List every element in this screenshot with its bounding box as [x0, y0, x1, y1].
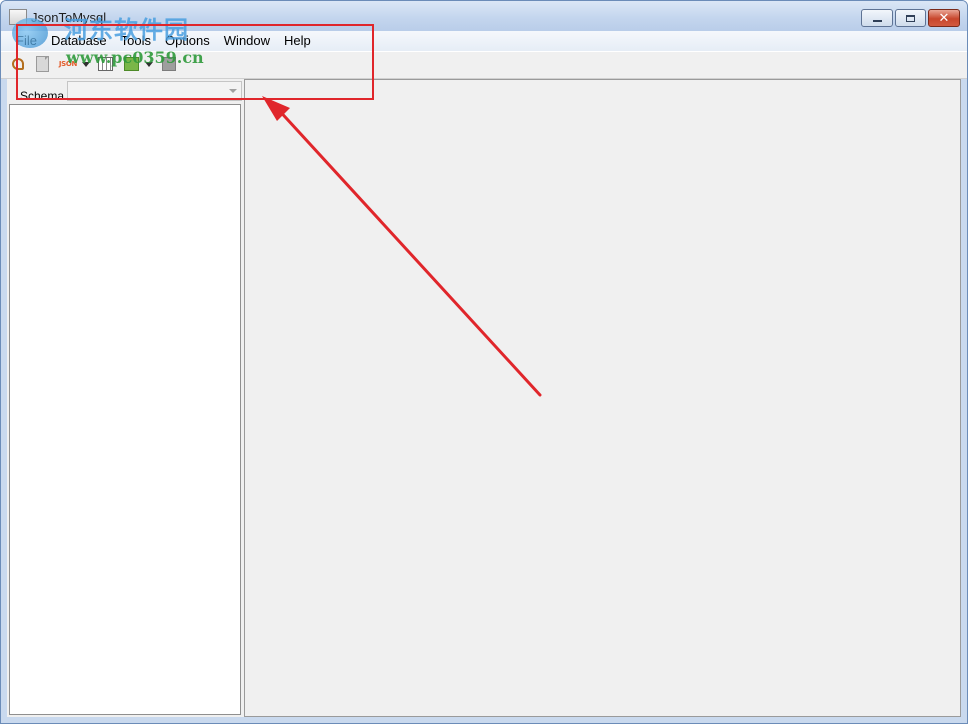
page-icon [35, 56, 49, 72]
toolbar-disabled-button[interactable] [161, 56, 177, 72]
app-window: JsonToMysql ✕ File Database Tools Option… [0, 0, 968, 724]
toolbar-new-button[interactable] [34, 56, 50, 72]
schema-panel: Schema [7, 79, 243, 717]
toolbar: JSON [1, 51, 967, 79]
menu-file[interactable]: File [9, 31, 44, 51]
close-icon: ✕ [938, 10, 950, 26]
menu-options[interactable]: Options [158, 31, 217, 51]
schema-tree[interactable] [9, 104, 241, 715]
title-bar[interactable]: JsonToMysql ✕ [1, 1, 967, 31]
dropdown-arrow-icon [145, 61, 153, 67]
toolbar-export-button[interactable] [123, 56, 139, 72]
grey-icon [162, 57, 176, 71]
menu-help[interactable]: Help [277, 31, 318, 51]
grid-icon [97, 57, 113, 71]
json-icon: JSON [58, 60, 78, 68]
minimize-icon [872, 20, 882, 22]
toolbar-json-dropdown[interactable] [81, 56, 91, 72]
maximize-button[interactable] [895, 9, 926, 27]
window-title: JsonToMysql [31, 10, 107, 25]
menu-bar: File Database Tools Options Window Help [1, 31, 967, 51]
schema-dropdown[interactable] [67, 81, 242, 101]
main-content: Schema [7, 79, 961, 717]
chevron-down-icon [229, 89, 237, 93]
menu-tools[interactable]: Tools [114, 31, 158, 51]
minimize-button[interactable] [861, 9, 893, 27]
close-button[interactable]: ✕ [928, 9, 960, 27]
toolbar-connect-button[interactable] [10, 56, 26, 72]
dropdown-arrow-icon [82, 61, 90, 67]
menu-window[interactable]: Window [217, 31, 277, 51]
toolbar-export-dropdown[interactable] [144, 56, 154, 72]
toolbar-json-button[interactable]: JSON [57, 56, 79, 72]
workspace-area[interactable] [244, 79, 961, 717]
menu-database[interactable]: Database [44, 31, 114, 51]
wrench-icon [12, 58, 24, 70]
toolbar-table-button[interactable] [97, 56, 113, 72]
app-icon [9, 9, 27, 25]
maximize-icon [906, 14, 915, 22]
schema-label: Schema [20, 89, 65, 103]
green-export-icon [123, 57, 139, 71]
